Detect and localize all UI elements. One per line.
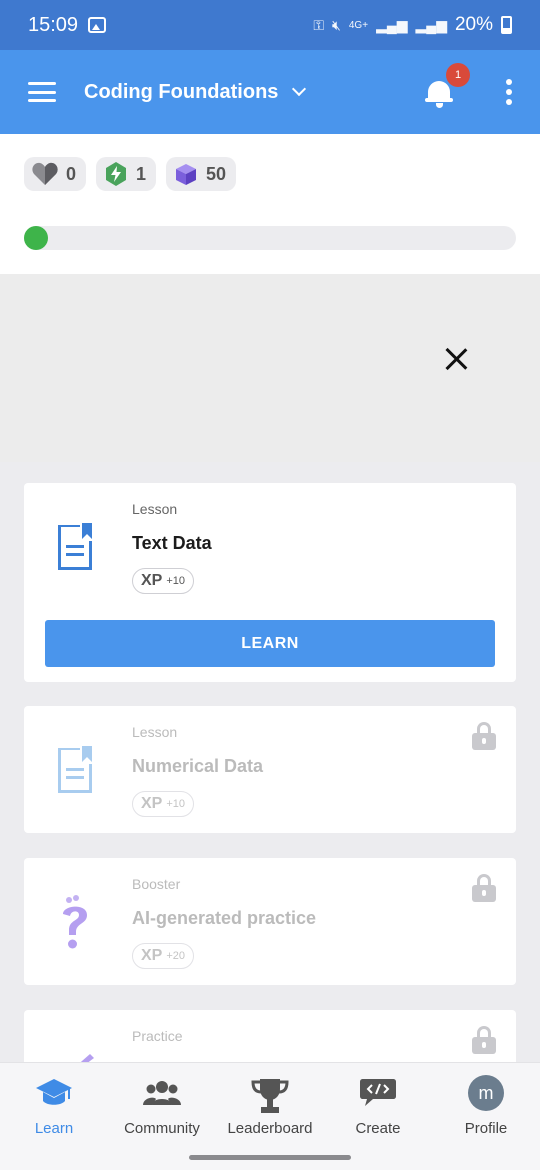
xp-label: XP (141, 572, 163, 589)
notification-badge: 1 (446, 63, 470, 87)
battery-percent: 20% (454, 14, 493, 35)
lesson-document-icon (58, 746, 92, 793)
energy-count: 1 (136, 163, 147, 184)
more-options-icon[interactable] (506, 79, 512, 105)
course-title: Coding Foundations (84, 80, 279, 103)
lesson-card-text-data[interactable]: Lesson Text Data XP +10 LEARN (24, 483, 516, 682)
xp-bonus: +20 (166, 950, 186, 962)
nav-label: Leaderboard (227, 1120, 313, 1137)
signal-icon-2: ▂▄▆ (415, 16, 447, 33)
key-icon: ⚿ (313, 16, 325, 33)
course-selector[interactable]: Coding Foundations (84, 80, 307, 104)
progress-indicator (24, 226, 48, 250)
energy-pill[interactable]: 1 (96, 157, 157, 191)
energy-bolt-icon (104, 161, 128, 187)
xp-badge: XP +10 (132, 568, 195, 594)
app-bar: Coding Foundations 1 (0, 50, 540, 134)
stats-panel: 0 1 50 (0, 134, 540, 274)
gem-cube-icon (174, 162, 198, 186)
signal-icon: ▂▄▆ (376, 16, 408, 33)
card-title: AI-generated practice (132, 908, 317, 928)
xp-label: XP (141, 795, 163, 812)
heart-icon (32, 162, 58, 186)
status-icons: ⚿ 🔇︎ 4G+ ▂▄▆ ▂▄▆ 20% (313, 14, 512, 36)
card-title: Text Data (132, 533, 212, 553)
status-bar: 15:09 ⚿ 🔇︎ 4G+ ▂▄▆ ▂▄▆ 20% (0, 0, 540, 50)
xp-bonus: +10 (166, 798, 186, 810)
card-type-label: Practice (132, 1028, 183, 1044)
nav-label: Profile (464, 1120, 508, 1137)
nav-profile[interactable]: m Profile (432, 1063, 540, 1153)
gems-pill[interactable]: 50 (166, 157, 237, 191)
nav-leaderboard[interactable]: Leaderboard (216, 1063, 324, 1153)
menu-icon[interactable] (28, 82, 56, 102)
gems-count: 50 (206, 163, 227, 184)
learn-button[interactable]: LEARN (45, 620, 495, 667)
xp-bonus: +10 (166, 575, 186, 587)
lock-icon (472, 874, 496, 902)
status-time: 15:09 (28, 13, 79, 36)
code-bubble-icon (360, 1079, 396, 1106)
nav-label: Learn (34, 1120, 74, 1137)
lock-icon (472, 722, 496, 750)
image-notification-icon (88, 17, 107, 33)
lesson-document-icon (58, 523, 92, 570)
nav-community[interactable]: Community (108, 1063, 216, 1153)
nav-label: Community (124, 1120, 200, 1137)
trophy-icon (251, 1079, 289, 1113)
xp-badge: XP +10 (132, 791, 195, 817)
avatar: m (468, 1075, 504, 1111)
mute-icon: 🔇︎ (332, 16, 341, 33)
hearts-pill[interactable]: 0 (24, 157, 87, 191)
nav-create[interactable]: Create (324, 1063, 432, 1153)
card-title: Numerical Data (132, 756, 264, 776)
home-indicator[interactable] (189, 1155, 351, 1160)
card-type-label: Lesson (132, 724, 178, 740)
practice-card[interactable]: Practice (24, 1010, 516, 1070)
course-progress-bar (24, 226, 516, 250)
lock-icon (472, 1026, 496, 1054)
bottom-navigation: Learn Community Leaderboard Create m Pro… (0, 1062, 540, 1170)
network-type: 4G+ (348, 19, 369, 31)
nav-learn[interactable]: Learn (0, 1063, 108, 1153)
booster-card-ai-practice[interactable]: Booster AI-generated practice XP +20 (24, 858, 516, 985)
hearts-count: 0 (66, 163, 77, 184)
xp-badge: XP +20 (132, 943, 195, 969)
battery-icon (501, 16, 512, 34)
graduation-cap-icon (36, 1079, 72, 1105)
question-mark-icon (63, 895, 87, 949)
nav-label: Create (355, 1120, 401, 1137)
close-icon[interactable] (444, 347, 468, 371)
people-icon (143, 1081, 181, 1105)
bell-icon (425, 81, 453, 108)
xp-label: XP (141, 947, 163, 964)
chevron-down-icon (292, 81, 307, 97)
card-type-label: Lesson (132, 501, 178, 517)
lesson-card-numerical-data[interactable]: Lesson Numerical Data XP +10 (24, 706, 516, 833)
card-type-label: Booster (132, 876, 181, 892)
notifications-button[interactable]: 1 (425, 63, 470, 108)
